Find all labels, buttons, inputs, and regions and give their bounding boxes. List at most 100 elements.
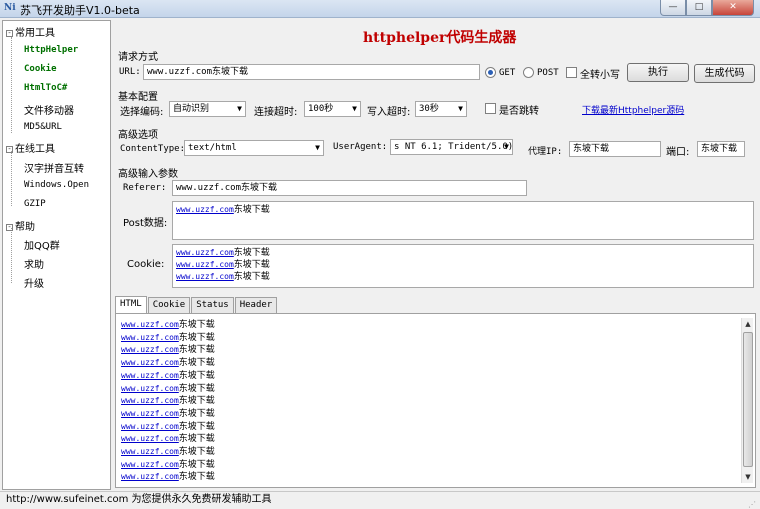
chevron-down-icon: ▼ <box>315 143 320 152</box>
output-text: 东坡下载 <box>178 421 215 432</box>
output-link[interactable]: www.uzzf.com <box>121 447 179 456</box>
output-text: 东坡下载 <box>178 396 215 407</box>
scroll-up-icon[interactable]: ▲ <box>742 318 754 330</box>
output-link[interactable]: www.uzzf.com <box>121 460 179 469</box>
post-radio[interactable] <box>523 67 534 78</box>
cookie-line: www.uzzf.com东坡下载 <box>176 259 750 271</box>
tree-item-gzip[interactable]: GZIP <box>24 199 46 209</box>
output-link[interactable]: www.uzzf.com <box>121 345 179 354</box>
execute-button[interactable]: 执行 <box>627 63 689 82</box>
redirect-checkbox[interactable] <box>485 103 496 114</box>
scroll-down-icon[interactable]: ▼ <box>742 471 754 483</box>
timeout-label: 连接超时: <box>254 107 298 118</box>
cookie-label: Cookie: <box>127 259 165 270</box>
timeout-select[interactable]: 100秒 ▼ <box>304 101 361 117</box>
referer-input[interactable]: www.uzzf.com东坡下载 <box>172 180 527 196</box>
scroll-thumb[interactable] <box>743 332 753 467</box>
tree-item-cookie[interactable]: Cookie <box>24 64 57 74</box>
resize-grip-icon[interactable]: ⋰ <box>748 497 758 509</box>
output-line: www.uzzf.com东坡下载 <box>121 433 736 446</box>
section-advanced-input: 高级输入参数 <box>118 169 178 180</box>
cookie-link[interactable]: www.uzzf.com <box>176 272 234 281</box>
encoding-select[interactable]: 自动识别 ▼ <box>169 101 246 117</box>
tree-item-windows-open[interactable]: Windows.Open <box>24 180 89 190</box>
write-timeout-select[interactable]: 30秒 ▼ <box>415 101 467 117</box>
title-bar: Ni 苏飞开发助手V1.0-beta — □ ✕ <box>0 0 760 18</box>
collapse-icon[interactable]: - <box>6 29 13 37</box>
url-input[interactable]: www.uzzf.com东坡下载 <box>143 64 480 80</box>
post-data-textarea[interactable]: www.uzzf.com东坡下载 <box>172 201 754 240</box>
result-panel: www.uzzf.com东坡下载 www.uzzf.com东坡下载 www.uzzf… <box>115 313 756 488</box>
user-agent-select[interactable]: s NT 6.1; Trident/5.0) ▼ <box>390 139 513 155</box>
vertical-scrollbar[interactable]: ▲ ▼ <box>741 318 753 483</box>
lowercase-checkbox[interactable] <box>566 67 577 78</box>
encoding-value: 自动识别 <box>173 104 210 114</box>
tree-group-common[interactable]: - 常用工具 <box>6 24 55 39</box>
output-text: 东坡下载 <box>178 447 215 458</box>
tree-group-label: 帮助 <box>15 222 35 233</box>
result-tabs: HTML Cookie Status Header <box>115 296 278 313</box>
collapse-icon[interactable]: - <box>6 145 13 153</box>
post-label: POST <box>537 68 559 78</box>
content-type-select[interactable]: text/html ▼ <box>184 140 324 156</box>
minimize-button[interactable]: — <box>660 0 686 16</box>
tree-item-httphelper[interactable]: HttpHelper <box>24 45 78 55</box>
collapse-icon[interactable]: - <box>6 223 13 231</box>
output-link[interactable]: www.uzzf.com <box>121 434 179 443</box>
output-line: www.uzzf.com东坡下载 <box>121 408 736 421</box>
tree-group-label: 在线工具 <box>15 144 55 155</box>
post-data-text: 东坡下载 <box>233 205 270 215</box>
output-link[interactable]: www.uzzf.com <box>121 409 179 418</box>
content-type-label: ContentType: <box>120 144 186 154</box>
chevron-down-icon: ▼ <box>458 104 463 113</box>
tree-group-help[interactable]: - 帮助 <box>6 218 35 233</box>
output-line: www.uzzf.com东坡下载 <box>121 319 736 332</box>
output-line: www.uzzf.com东坡下载 <box>121 370 736 383</box>
output-link[interactable]: www.uzzf.com <box>121 384 179 393</box>
content-type-value: text/html <box>188 143 237 153</box>
close-button[interactable]: ✕ <box>712 0 754 16</box>
port-input[interactable]: 东坡下载 <box>697 141 745 157</box>
user-agent-label: UserAgent: <box>333 142 388 152</box>
cookie-textarea[interactable]: www.uzzf.com东坡下载 www.uzzf.com东坡下载 www.uz… <box>172 244 754 288</box>
tree-group-label: 常用工具 <box>15 28 55 39</box>
output-link[interactable]: www.uzzf.com <box>121 320 179 329</box>
output-text: 东坡下载 <box>178 408 215 419</box>
output-line: www.uzzf.com东坡下载 <box>121 421 736 434</box>
chevron-down-icon: ▼ <box>237 104 242 113</box>
tree-group-online[interactable]: - 在线工具 <box>6 140 55 155</box>
html-output[interactable]: www.uzzf.com东坡下载 www.uzzf.com东坡下载 www.uzzf… <box>121 319 736 484</box>
output-link[interactable]: www.uzzf.com <box>121 472 179 481</box>
tree-guide-line <box>11 151 12 206</box>
output-link[interactable]: www.uzzf.com <box>121 371 179 380</box>
tab-cookie[interactable]: Cookie <box>147 297 191 313</box>
get-radio[interactable] <box>485 67 496 78</box>
maximize-button[interactable]: □ <box>686 0 712 16</box>
tab-status[interactable]: Status <box>191 297 234 313</box>
tree-item-htmltocsharp[interactable]: HtmlToC# <box>24 83 67 93</box>
cookie-link[interactable]: www.uzzf.com <box>176 248 234 257</box>
tree-item-upgrade[interactable]: 升级 <box>24 275 44 290</box>
output-link[interactable]: www.uzzf.com <box>121 422 179 431</box>
tree-item-md5-url[interactable]: MD5&URL <box>24 122 62 132</box>
user-agent-value: s NT 6.1; Trident/5.0) <box>394 142 513 152</box>
proxy-input[interactable]: 东坡下载 <box>569 141 661 157</box>
section-basic: 基本配置 <box>118 92 158 103</box>
download-source-link[interactable]: 下载最新Httphelper源码 <box>582 103 684 116</box>
post-data-link[interactable]: www.uzzf.com <box>176 205 234 214</box>
generate-code-button[interactable]: 生成代码 <box>694 64 755 83</box>
output-link[interactable]: www.uzzf.com <box>121 333 179 342</box>
output-line: www.uzzf.com东坡下载 <box>121 357 736 370</box>
tree-item-pinyin[interactable]: 汉字拼音互转 <box>24 160 84 175</box>
tree-item-help[interactable]: 求助 <box>24 256 44 271</box>
proxy-label: 代理IP: <box>528 147 563 157</box>
output-link[interactable]: www.uzzf.com <box>121 358 179 367</box>
tree-item-qq-group[interactable]: 加QQ群 <box>24 237 60 252</box>
tab-html[interactable]: HTML <box>115 296 147 313</box>
tree-item-file-mover[interactable]: 文件移动器 <box>24 102 74 117</box>
output-link[interactable]: www.uzzf.com <box>121 396 179 405</box>
section-advanced: 高级选项 <box>118 130 158 141</box>
tab-header[interactable]: Header <box>234 297 278 313</box>
write-timeout-value: 30秒 <box>419 104 439 114</box>
cookie-link[interactable]: www.uzzf.com <box>176 260 234 269</box>
